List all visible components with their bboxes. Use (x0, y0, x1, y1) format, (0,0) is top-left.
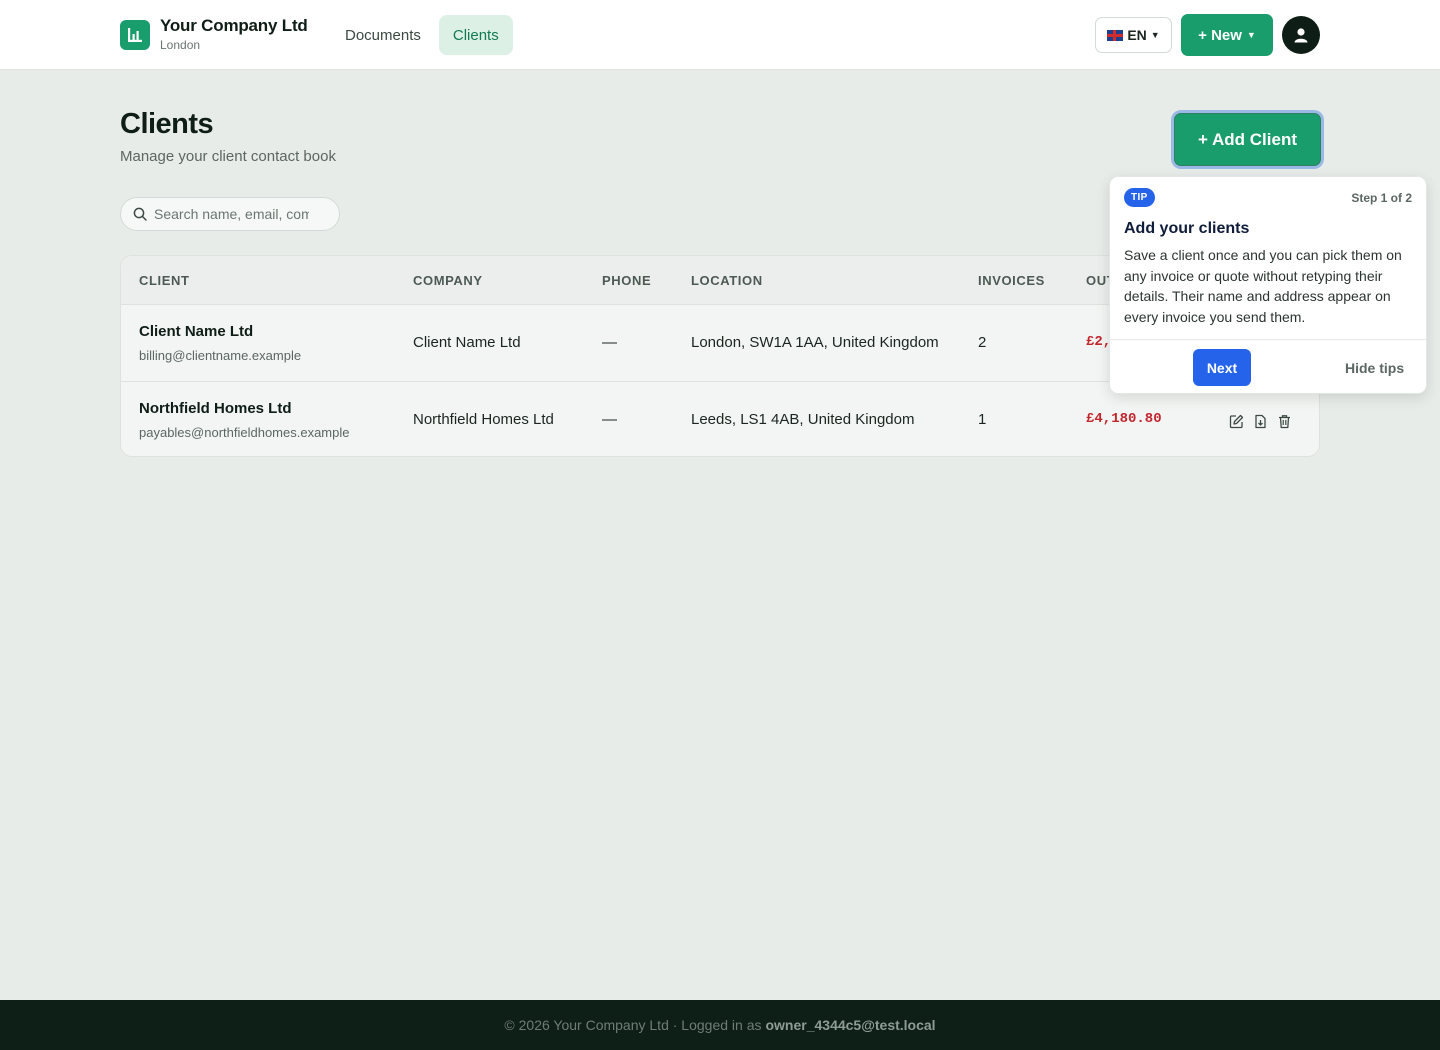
tip-step-counter: Step 1 of 2 (1351, 191, 1412, 205)
column-company[interactable]: COMPANY (413, 273, 483, 288)
main-nav: Documents Clients (331, 15, 513, 55)
footer: © 2026 Your Company Ltd · Logged in as o… (0, 1000, 1440, 1050)
company-name: Your Company Ltd (160, 16, 308, 35)
client-invoices: 2 (978, 334, 987, 351)
nav-clients[interactable]: Clients (438, 15, 513, 55)
client-name[interactable]: Client Name Ltd (139, 323, 253, 340)
footer-user: owner_4344c5@test.local (765, 1017, 936, 1033)
client-company: Northfield Homes Ltd (413, 411, 554, 428)
column-location[interactable]: LOCATION (691, 273, 763, 288)
search-icon (133, 207, 147, 221)
tip-divider (1110, 339, 1426, 340)
brand[interactable]: Your Company Ltd London (120, 16, 308, 53)
client-phone: — (602, 411, 617, 428)
page-subtitle: Manage your client contact book (120, 148, 336, 165)
edit-icon[interactable] (1228, 413, 1244, 429)
nav-documents[interactable]: Documents (331, 15, 435, 55)
client-outstanding: £2, (1086, 334, 1112, 350)
company-location: London (160, 38, 201, 52)
chart-logo-icon (120, 19, 150, 50)
new-button[interactable]: + New ▼ (1181, 14, 1273, 56)
client-name[interactable]: Northfield Homes Ltd (139, 400, 292, 417)
row-actions (1228, 413, 1292, 429)
chevron-down-icon: ▼ (1246, 30, 1256, 40)
tip-body: Save a client once and you can pick them… (1124, 247, 1402, 325)
client-phone: — (602, 334, 617, 351)
search-input[interactable] (154, 206, 309, 222)
user-icon (1294, 28, 1308, 43)
language-selector[interactable]: EN ▼ (1095, 17, 1172, 53)
add-client-button[interactable]: + Add Client (1174, 113, 1321, 166)
download-icon[interactable] (1252, 413, 1268, 429)
trash-icon[interactable] (1276, 413, 1292, 429)
client-outstanding: £4,180.80 (1086, 411, 1162, 427)
page-title: Clients (120, 108, 214, 140)
tip-title: Add your clients (1124, 220, 1250, 237)
new-button-label: + New (1198, 26, 1242, 44)
tip-next-button[interactable]: Next (1193, 349, 1251, 386)
client-email: billing@clientname.example (139, 348, 302, 363)
client-email: payables@northfieldhomes.example (139, 425, 350, 440)
tip-badge: TIP (1124, 188, 1155, 207)
client-company: Client Name Ltd (413, 334, 521, 351)
column-invoices[interactable]: INVOICES (978, 273, 1045, 288)
top-navigation-bar: Your Company Ltd London Documents Client… (0, 0, 1440, 70)
user-avatar[interactable] (1282, 16, 1320, 54)
onboarding-tip-popover: TIP Step 1 of 2 Add your clients Save a … (1109, 176, 1427, 394)
hide-tips-button[interactable]: Hide tips (1345, 360, 1404, 376)
search-box (120, 197, 340, 231)
language-label: EN (1127, 27, 1147, 43)
footer-text: © 2026 Your Company Ltd · Logged in as (504, 1017, 762, 1033)
uk-flag-icon (1107, 29, 1124, 41)
column-phone[interactable]: PHONE (602, 273, 651, 288)
chevron-down-icon: ▼ (1150, 30, 1160, 40)
client-invoices: 1 (978, 411, 987, 428)
client-location: London, SW1A 1AA, United Kingdom (691, 334, 939, 351)
column-client[interactable]: CLIENT (139, 273, 190, 288)
client-location: Leeds, LS1 4AB, United Kingdom (691, 411, 915, 428)
